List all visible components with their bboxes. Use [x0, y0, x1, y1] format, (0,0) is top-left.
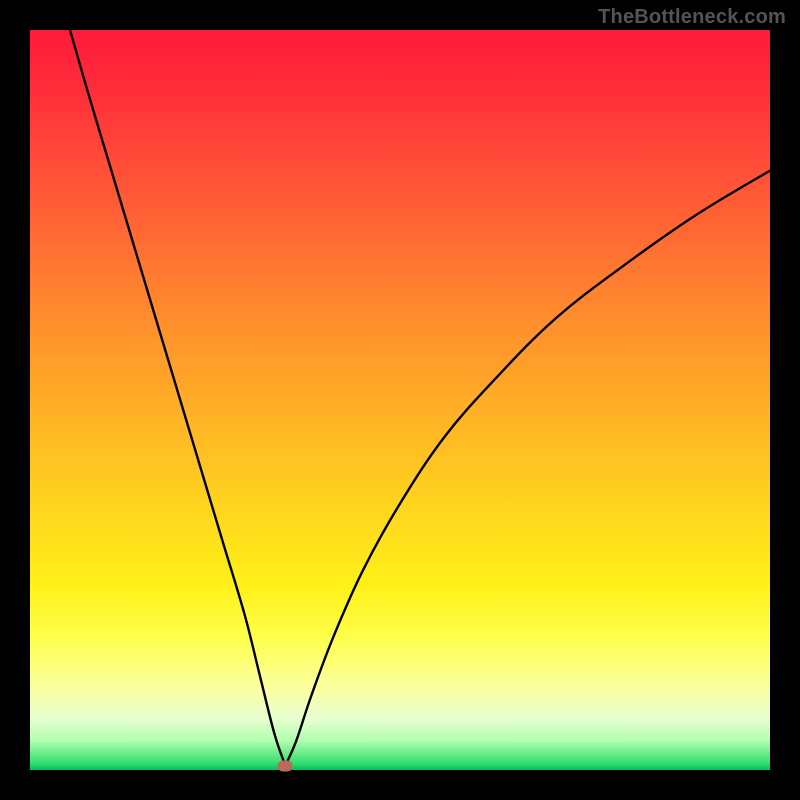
bottleneck-curve: [30, 30, 770, 770]
watermark-text: TheBottleneck.com: [598, 6, 786, 29]
plot-area: [30, 30, 770, 770]
curve-right-branch: [285, 171, 770, 766]
curve-left-branch: [70, 30, 285, 766]
optimum-marker: [278, 760, 293, 771]
chart-frame: TheBottleneck.com: [0, 0, 800, 800]
